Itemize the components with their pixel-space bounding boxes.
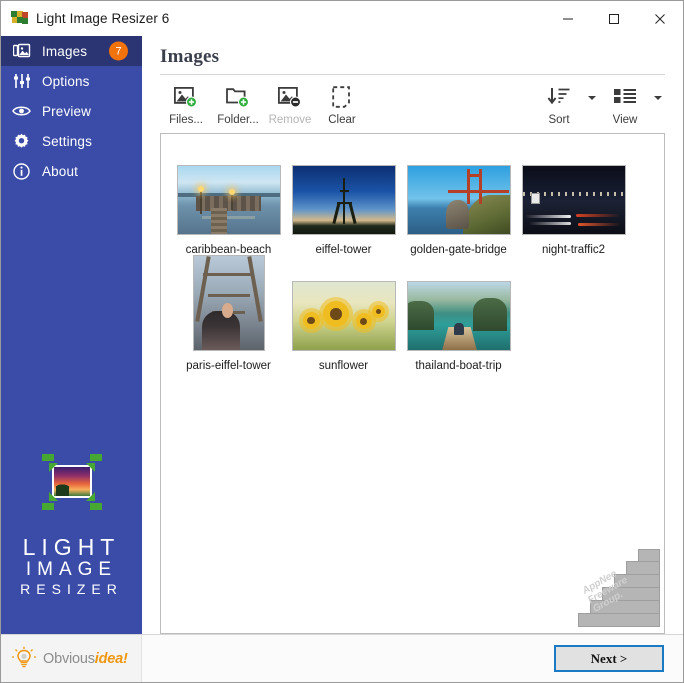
view-dropdown-arrow[interactable]	[651, 84, 665, 124]
sort-descending-icon	[547, 85, 571, 110]
remove-image-icon	[278, 85, 302, 110]
sidebar-item-options[interactable]: Options	[1, 66, 142, 96]
image-list-panel[interactable]: caribbean-beach eiffel-tower golden-gate…	[160, 133, 665, 634]
sidebar-item-label: Preview	[42, 103, 92, 119]
image-item-paris-eiffel-tower[interactable]: paris-eiffel-tower	[171, 255, 286, 372]
sidebar-item-label: Options	[42, 73, 90, 89]
thumbnail-image	[406, 165, 511, 235]
window-title: Light Image Resizer 6	[36, 10, 170, 26]
images-icon	[12, 42, 31, 61]
appnee-watermark: AppNee Freeware Group.	[574, 549, 662, 631]
app-logo-icon	[11, 10, 28, 26]
image-caption: night-traffic2	[541, 244, 606, 256]
window-controls	[545, 1, 683, 36]
thumbnail-image	[521, 165, 626, 235]
sidebar-item-preview[interactable]: Preview	[1, 96, 142, 126]
sidebar-brand: LIGHT IMAGE RESIZER	[1, 453, 142, 634]
info-icon	[12, 162, 31, 181]
brand-line-1: LIGHT	[22, 533, 121, 560]
sidebar-item-about[interactable]: About	[1, 156, 142, 186]
thumbnail-wrap	[406, 150, 511, 235]
image-item-night-traffic2[interactable]: night-traffic2	[516, 150, 631, 256]
add-folder-button[interactable]: Folder...	[212, 83, 264, 126]
images-count-badge: 7	[109, 41, 128, 61]
image-caption: paris-eiffel-tower	[186, 360, 271, 372]
logo-text-accent: idea!	[94, 650, 128, 667]
thumbnail-wrap	[291, 150, 396, 235]
image-item-golden-gate-bridge[interactable]: golden-gate-bridge	[401, 150, 516, 256]
toolbar-right-group: Sort View	[533, 83, 665, 126]
add-folder-icon	[226, 85, 250, 110]
thumbnail-image	[176, 165, 281, 235]
add-image-icon	[174, 85, 198, 110]
view-button[interactable]: View	[599, 83, 651, 126]
thumbnail-image	[192, 255, 265, 351]
add-files-button[interactable]: Files...	[160, 83, 212, 126]
toolbar-left-group: Files... Folder... Remove Clear	[160, 83, 368, 126]
view-list-icon	[613, 85, 637, 110]
sidebar: Images 7 Options Preview Settings About …	[1, 36, 142, 634]
toolbar-label: Sort	[548, 113, 570, 126]
image-item-thailand-boat-trip[interactable]: thailand-boat-trip	[401, 266, 516, 372]
image-caption: eiffel-tower	[315, 244, 372, 256]
close-button[interactable]	[637, 1, 683, 36]
thumbnail-wrap	[406, 266, 511, 351]
chevron-down-icon	[654, 96, 662, 100]
sort-button[interactable]: Sort	[533, 83, 585, 126]
gear-icon	[12, 132, 31, 151]
footer-bar: Obviousidea! Next >	[1, 634, 683, 682]
thumbnail-image	[406, 281, 511, 351]
toolbar-label: View	[612, 113, 638, 126]
thumbnail-wrap	[521, 150, 626, 235]
minimize-button[interactable]	[545, 1, 591, 36]
page-title: Images	[160, 46, 220, 67]
sidebar-item-images[interactable]: Images 7	[1, 36, 142, 66]
toolbar-label: Folder...	[217, 113, 259, 126]
clear-icon	[331, 85, 353, 110]
logo-text-primary: Obvious	[43, 650, 95, 667]
thumbnail-wrap	[176, 150, 281, 235]
lightbulb-icon	[11, 646, 37, 672]
thumbnail-wrap	[192, 253, 265, 351]
thumbnail-image	[291, 165, 396, 235]
toolbar: Files... Folder... Remove Clear Sort Vie…	[160, 75, 665, 133]
image-caption: golden-gate-bridge	[410, 244, 507, 256]
obviousidea-wordmark: Obviousidea!	[43, 651, 128, 667]
image-item-eiffel-tower[interactable]: eiffel-tower	[286, 150, 401, 256]
sliders-icon	[12, 72, 31, 91]
image-item-caribbean-beach[interactable]: caribbean-beach	[171, 150, 286, 256]
title-bar: Light Image Resizer 6	[1, 1, 683, 36]
thumbnail-wrap	[291, 266, 396, 351]
eye-icon	[12, 102, 31, 121]
sidebar-item-label: Images	[42, 43, 88, 59]
toolbar-label: Files...	[169, 113, 203, 126]
clear-button[interactable]: Clear	[316, 83, 368, 126]
image-item-sunflower[interactable]: sunflower	[286, 266, 401, 372]
app-window: Light Image Resizer 6 Images 7 Options P…	[0, 0, 684, 683]
image-caption: sunflower	[318, 360, 369, 372]
image-caption: thailand-boat-trip	[415, 360, 502, 372]
sidebar-item-label: Settings	[42, 133, 92, 149]
main-content: Images Files... Folder... Remove Clear S…	[142, 36, 683, 634]
toolbar-label: Remove	[268, 113, 312, 126]
brand-line-2: IMAGE	[25, 558, 118, 580]
sidebar-item-settings[interactable]: Settings	[1, 126, 142, 156]
app-body: Images 7 Options Preview Settings About …	[1, 36, 683, 634]
remove-button[interactable]: Remove	[264, 83, 316, 126]
maximize-button[interactable]	[591, 1, 637, 36]
sidebar-item-label: About	[42, 163, 79, 179]
chevron-down-icon	[588, 96, 596, 100]
next-button[interactable]: Next >	[554, 645, 664, 672]
toolbar-label: Clear	[328, 113, 356, 126]
brand-wordmark: LIGHT IMAGE RESIZER	[20, 533, 123, 598]
image-grid: caribbean-beach eiffel-tower golden-gate…	[161, 134, 664, 376]
thumbnail-image	[291, 281, 396, 351]
brand-line-3: RESIZER	[20, 580, 123, 597]
obviousidea-logo[interactable]: Obviousidea!	[1, 635, 142, 682]
light-image-resizer-logo-icon	[41, 453, 103, 511]
sidebar-nav: Images 7 Options Preview Settings About	[1, 36, 142, 186]
sort-dropdown-arrow[interactable]	[585, 84, 599, 124]
